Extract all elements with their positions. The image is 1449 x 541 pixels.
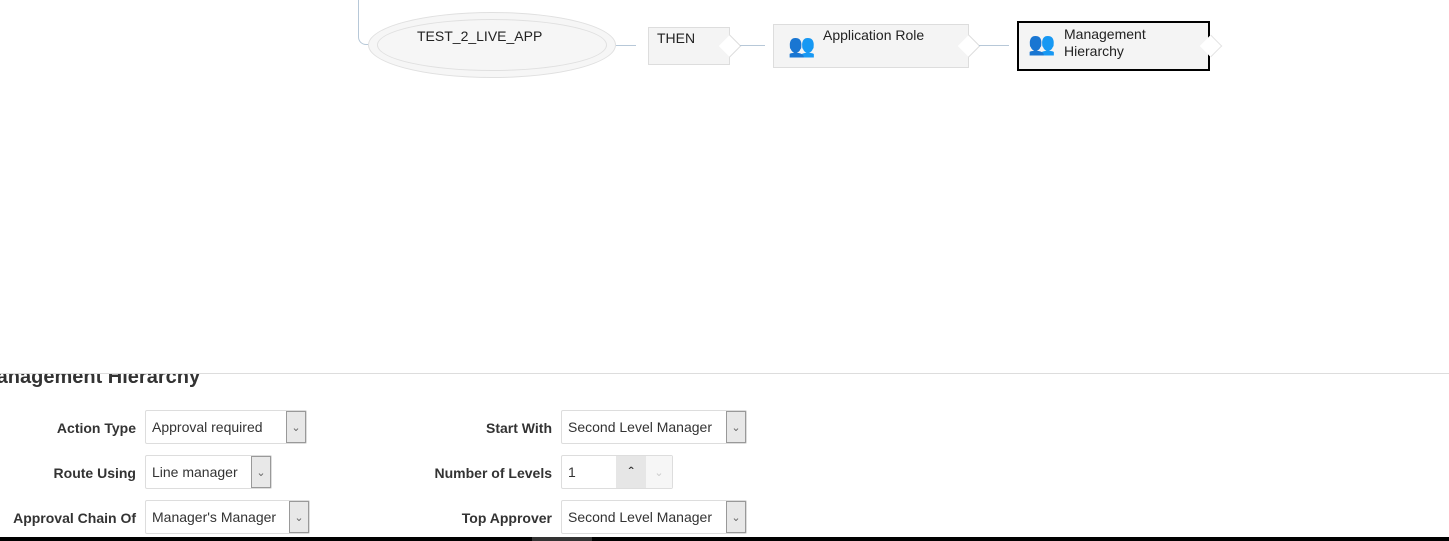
panel-title: Management Hierarchy [0,374,201,388]
start-with-select[interactable]: Second Level Manager ⌄ [561,410,747,444]
route-using-select[interactable]: Line manager ⌄ [145,455,272,489]
value: Manager's Manager [152,509,277,525]
value: Second Level Manager [568,419,712,435]
value: Approval required [152,419,263,435]
bottom-bar-segment [532,537,592,541]
increment-icon[interactable]: ˆ [616,456,646,488]
chevron-down-icon[interactable]: ⌄ [726,501,746,533]
chevron-down-icon[interactable]: ⌄ [286,411,306,443]
node-label-line2: Hierarchy [1064,43,1124,59]
approval-chain-of-select[interactable]: Manager's Manager ⌄ [145,500,310,534]
decrement-icon[interactable]: ⌄ [646,456,672,488]
start-with-label: Start With [486,420,552,436]
application-role-label: Application Role [823,27,925,43]
action-type-select[interactable]: Approval required ⌄ [145,410,307,444]
then-label: THEN [657,30,696,46]
connector [616,45,636,46]
value: Second Level Manager [568,509,712,525]
condition-label: TEST_2_LIVE_APP [417,28,543,44]
connector-line [358,0,370,45]
top-approver-label: Top Approver [461,510,552,526]
connector [979,45,1009,46]
chevron-down-icon[interactable]: ⌄ [726,411,746,443]
route-using-label: Route Using [53,465,136,481]
chevron-down-icon[interactable]: ⌄ [251,456,271,488]
node-label-line1: Management [1064,26,1146,42]
number-of-levels-stepper[interactable]: 1 ˆ ⌄ [561,455,673,489]
condition-node[interactable]: TEST_2_LIVE_APP [368,12,616,78]
users-group-icon: 👥 [788,33,816,58]
top-approver-select[interactable]: Second Level Manager ⌄ [561,500,747,534]
management-hierarchy-node[interactable]: 👥 Management Hierarchy [1017,21,1210,71]
connector [740,45,765,46]
application-role-node[interactable]: 👥 Application Role [773,24,969,68]
value: Line manager [152,464,238,480]
action-type-label: Action Type [56,420,136,436]
number-of-levels-label: Number of Levels [434,465,552,481]
bottom-bar [0,537,1449,541]
number-of-levels-input[interactable]: 1 [562,464,616,480]
approval-chain-of-label: Approval Chain Of [13,510,136,526]
chevron-down-icon[interactable]: ⌄ [289,501,309,533]
management-hierarchy-icon: 👥 [1028,31,1056,56]
